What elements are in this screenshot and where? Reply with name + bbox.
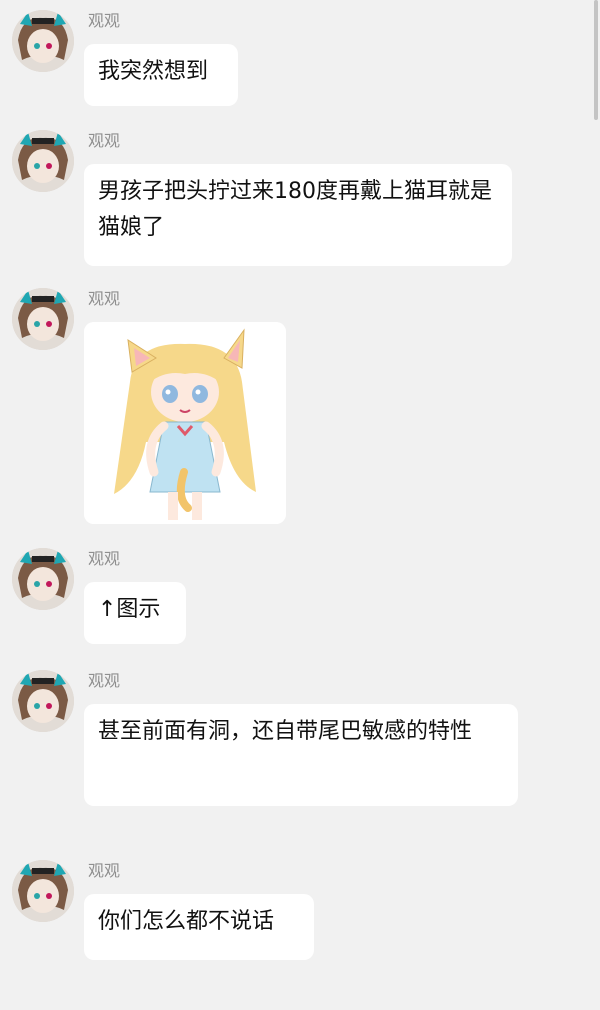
avatar-icon <box>12 670 74 732</box>
avatar[interactable] <box>12 10 74 72</box>
catgirl-sticker-image <box>84 322 286 524</box>
scrollbar[interactable] <box>594 0 598 120</box>
image-message[interactable] <box>84 322 286 524</box>
avatar-icon <box>12 130 74 192</box>
avatar-icon <box>12 860 74 922</box>
message-bubble[interactable]: ↑图示 <box>84 582 186 644</box>
avatar[interactable] <box>12 548 74 610</box>
avatar[interactable] <box>12 288 74 350</box>
sender-name: 观观 <box>88 289 121 308</box>
avatar[interactable] <box>12 670 74 732</box>
message-bubble[interactable]: 甚至前面有洞，还自带尾巴敏感的特性 <box>84 704 518 806</box>
avatar[interactable] <box>12 860 74 922</box>
sender-name: 观观 <box>88 11 121 30</box>
avatar-icon <box>12 10 74 72</box>
sender-name: 观观 <box>88 861 121 880</box>
message-bubble[interactable]: 我突然想到 <box>84 44 238 106</box>
avatar[interactable] <box>12 130 74 192</box>
sender-name: 观观 <box>88 671 121 690</box>
message-bubble[interactable]: 男孩子把头拧过来180度再戴上猫耳就是猫娘了 <box>84 164 512 266</box>
avatar-icon <box>12 548 74 610</box>
sender-name: 观观 <box>88 549 121 568</box>
sender-name: 观观 <box>88 131 121 150</box>
avatar-icon <box>12 288 74 350</box>
message-bubble[interactable]: 你们怎么都不说话 <box>84 894 314 960</box>
